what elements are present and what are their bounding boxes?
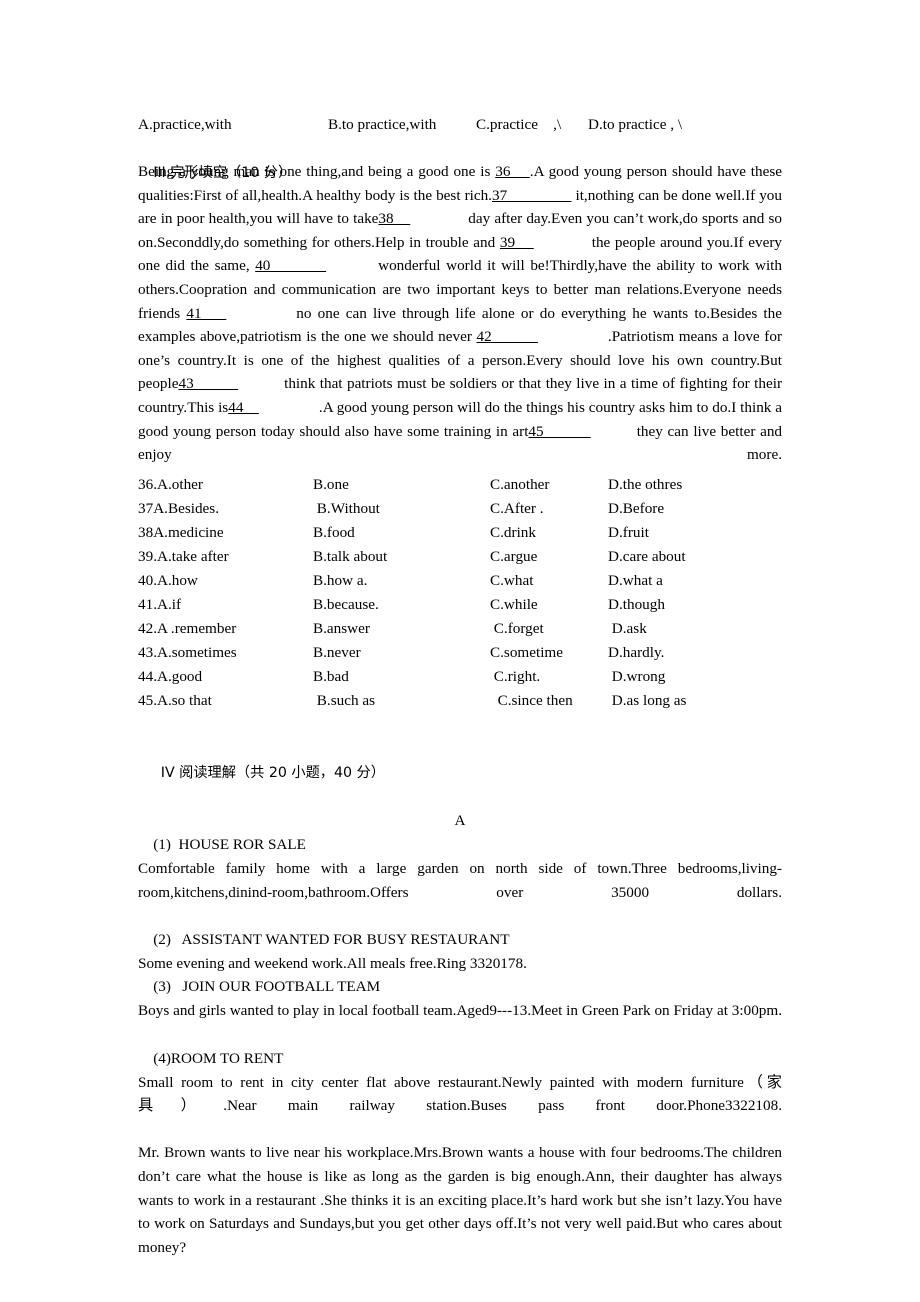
section-reading: IV 阅读理解（共 20 小题，40 分） A (1) HOUSE ROR SA… [138,737,782,1283]
cloze-option-a[interactable]: 37A.Besides. [138,497,219,521]
cloze-option-row: 39.A.take after B.talk about C.argue D.care… [138,545,782,569]
cloze-option-a[interactable]: 38A.medicine [138,521,224,545]
cloze-option-b[interactable]: B.food [313,521,355,545]
cloze-option-d[interactable]: D.ask [608,617,647,641]
cloze-option-c[interactable]: C.forget [490,617,544,641]
cloze-options-list: 36.A.other B.one C.another D.the othres 37A.… [138,473,782,713]
cloze-option-c[interactable]: C.After . [490,497,544,521]
cloze-option-a[interactable]: 45.A.so that [138,689,212,713]
cloze-blank-41: 41 [186,304,227,322]
cloze-option-a[interactable]: 42.A .remember [138,617,236,641]
cloze-option-row: 45.A.so that B.such as C.since then D.as… [138,689,782,713]
prev-option-b: B.to practice,with [328,116,437,133]
cloze-blank-38: 38 [378,210,411,228]
ad-body-1: Comfortable family home with a large gar… [138,860,782,901]
cloze-blank-37: 37 [491,186,572,204]
reading-closing-paragraph: Mr. Brown wants to live near his workpla… [138,1144,782,1256]
cloze-option-row: 37A.Besides. B.Without C.After . D.Before [138,497,782,521]
cloze-option-d[interactable]: D.Before [608,497,664,521]
cloze-option-c[interactable]: C.right. [490,665,540,689]
cloze-option-b[interactable]: B.talk about [313,545,387,569]
cloze-option-b[interactable]: B.how a. [313,569,367,593]
prev-option-a: A.practice,with [138,116,232,133]
cloze-blank-45: 45 [528,422,591,440]
cloze-option-d[interactable]: D.as long as [608,689,687,713]
exam-page: A.practice,with B.to practice,with C.pra… [138,0,782,1302]
ad-title-2: (2) ASSISTANT WANTED FOR BUSY RESTAURANT [138,930,510,948]
cloze-option-b[interactable]: B.such as [313,689,375,713]
cloze-option-b[interactable]: B.one [313,473,349,497]
previous-question-options: A.practice,with B.to practice,with C.pra… [138,113,782,137]
section-heading-reading-text: IV 阅读理解（共 20 小题，40 分） [160,765,385,781]
cloze-option-b[interactable]: B.Without [313,497,380,521]
cloze-option-a[interactable]: 36.A.other [138,473,203,497]
ad-title-1: (1) HOUSE ROR SALE [138,836,306,853]
cloze-blank-40: 40 [255,257,327,275]
prev-option-c: C.practice ,\ [476,116,562,133]
ad-title-4: (4)ROOM TO RENT [138,1049,284,1067]
cloze-option-a[interactable]: 39.A.take after [138,545,229,569]
cloze-option-d[interactable]: D.the othres [608,473,682,497]
cloze-passage: Being a young man is one thing,and being… [138,160,782,490]
cloze-blank-36: 36 [495,163,530,180]
cloze-option-d[interactable]: D.hardly. [608,641,664,665]
cloze-option-row: 36.A.other B.one C.another D.the othres [138,473,782,497]
section-heading-reading: IV 阅读理解（共 20 小题，40 分） [138,737,782,809]
cloze-option-row: 38A.medicine B.food C.drink D.fruit [138,521,782,545]
cloze-option-c[interactable]: C.sometime [490,641,563,665]
ad-body-3: Boys and girls wanted to play in local f… [138,1002,782,1020]
cloze-option-c[interactable]: C.since then [490,689,573,713]
cloze-option-b[interactable]: B.because. [313,593,379,617]
cloze-option-c[interactable]: C.what [490,569,533,593]
cloze-option-row: 43.A.sometimes B.never C.sometime D.hardly. [138,641,782,665]
cloze-option-d[interactable]: D.though [608,593,665,617]
cloze-option-d[interactable]: D.care about [608,545,686,569]
cloze-option-row: 40.A.how B.how a. C.what D.what a [138,569,782,593]
cloze-option-d[interactable]: D.what a [608,569,663,593]
cloze-option-a[interactable]: 44.A.good [138,665,202,689]
ad-body-4: Small room to rent in city center flat a… [138,1073,782,1115]
passage-label-a: A [454,812,466,829]
cloze-option-b[interactable]: B.bad [313,665,349,689]
cloze-option-a[interactable]: 40.A.how [138,569,198,593]
cloze-option-c[interactable]: C.another [490,473,549,497]
cloze-option-row: 41.A.if B.because. C.while D.though [138,593,782,617]
ad-body-2: Some evening and weekend work.All meals … [138,954,527,972]
cloze-option-d[interactable]: D.fruit [608,521,649,545]
cloze-passage-text: Being a young man is one thing,and being… [138,163,783,464]
cloze-option-a[interactable]: 43.A.sometimes [138,641,237,665]
cloze-option-c[interactable]: C.while [490,593,538,617]
cloze-option-row: 42.A .remember B.answer C.forget D.ask [138,617,782,641]
cloze-option-d[interactable]: D.wrong [608,665,666,689]
cloze-option-b[interactable]: B.answer [313,617,370,641]
cloze-option-a[interactable]: 41.A.if [138,593,181,617]
ad-title-3: (3) JOIN OUR FOOTBALL TEAM [138,978,381,996]
cloze-option-c[interactable]: C.drink [490,521,536,545]
cloze-option-c[interactable]: C.argue [490,545,537,569]
cloze-blank-43: 43 [178,375,239,393]
prev-option-d: D.to practice , \ [588,116,683,133]
cloze-blank-42: 42 [476,328,538,346]
cloze-option-row: 44.A.good B.bad C.right. D.wrong [138,665,782,689]
cloze-blank-39: 39 [499,233,534,251]
cloze-blank-44: 44 [228,398,259,416]
cloze-option-b[interactable]: B.never [313,641,361,665]
